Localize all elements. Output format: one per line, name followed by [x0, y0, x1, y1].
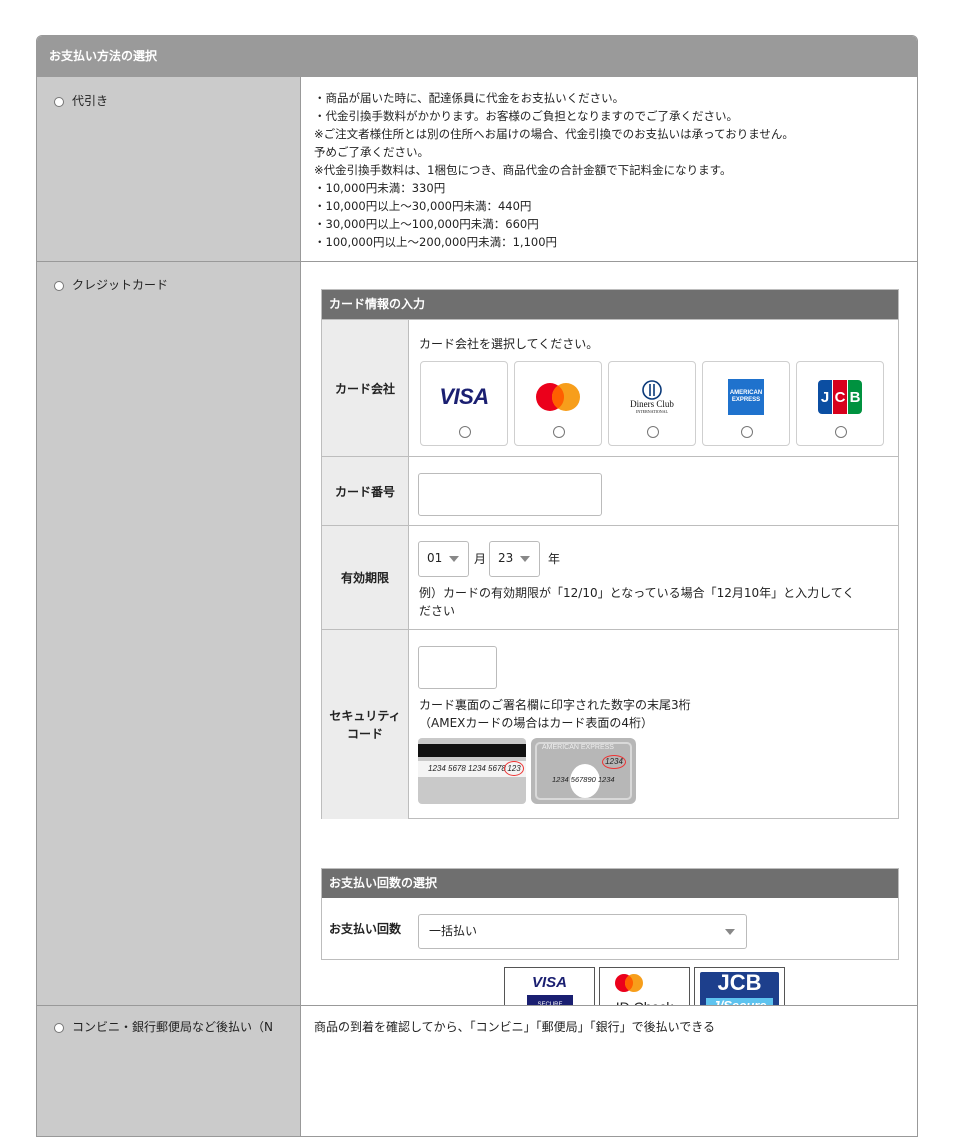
installments-table: お支払い回数の選択 お支払い回数 一括払い	[321, 868, 899, 960]
cod-description: ・商品が届いた時に、配達係員に代金をお支払いください。 ・代金引換手数料がかかり…	[314, 91, 794, 249]
card-number-input[interactable]	[418, 473, 602, 516]
credit-label: クレジットカード	[72, 278, 169, 292]
card-number-label: カード番号	[322, 457, 409, 526]
cod-description-cell: ・商品が届いた時に、配達係員に代金をお支払いください。 ・代金引換手数料がかかり…	[302, 77, 917, 261]
card-company-prompt: カード会社を選択してください。	[419, 337, 599, 351]
installments-row: お支払い回数 一括払い	[322, 898, 898, 959]
brand-visa[interactable]: VISA	[420, 361, 508, 446]
credit-option[interactable]: クレジットカード	[54, 278, 168, 292]
expiry-note: 例）カードの有効期限が「12/10」となっている場合「12月10年」と入力してく…	[419, 586, 855, 618]
chevron-down-icon	[449, 556, 459, 562]
chevron-down-icon	[725, 929, 735, 935]
security-code-input[interactable]	[418, 646, 497, 689]
jcb-icon: J C B	[797, 378, 883, 416]
brand-amex[interactable]: AMERICAN EXPRESS	[702, 361, 790, 446]
credit-radio[interactable]	[54, 280, 64, 291]
card-number-row: カード番号	[322, 456, 898, 526]
expiry-year-select[interactable]: 23	[489, 541, 540, 577]
diners-icon: Diners Club INTERNATIONAL	[609, 378, 695, 416]
amex-radio[interactable]	[741, 426, 753, 438]
brand-diners[interactable]: Diners Club INTERNATIONAL	[608, 361, 696, 446]
amex-icon: AMERICAN EXPRESS	[703, 378, 789, 416]
deferred-description-cell: 商品の到着を確認してから、「コンビニ」「郵便局」「銀行」で後払いできる	[302, 1006, 917, 1136]
deferred-option[interactable]: コンビニ・銀行郵便局など後払い（N	[54, 1020, 273, 1034]
mastercard-radio[interactable]	[553, 426, 565, 438]
expiry-row: 有効期限 01 月 23 年 例）カードの有効期限が「12/10」となっている場…	[322, 525, 898, 630]
brand-mastercard[interactable]	[514, 361, 602, 446]
card-info-table: カード情報の入力 カード会社 カード会社を選択してください。 VISA Dine…	[321, 289, 899, 819]
card-back-sample: 1234 5678 1234 5678 123	[418, 738, 526, 804]
installments-label: お支払い回数	[322, 898, 408, 959]
deferred-label: コンビニ・銀行郵便局など後払い（N	[72, 1020, 273, 1034]
jcb-radio[interactable]	[835, 426, 847, 438]
chevron-down-icon	[520, 556, 530, 562]
diners-radio[interactable]	[647, 426, 659, 438]
expiry-month-select[interactable]: 01	[418, 541, 469, 577]
deferred-radio[interactable]	[54, 1022, 64, 1033]
brand-jcb[interactable]: J C B	[796, 361, 884, 446]
panel-title: お支払い方法の選択	[37, 36, 917, 77]
expiry-label: 有効期限	[322, 526, 409, 630]
security-code-note: カード裏面のご署名欄に印字された数字の末尾3桁 （AMEXカードの場合はカード表…	[419, 698, 691, 730]
installments-select[interactable]: 一括払い	[418, 914, 747, 949]
mastercard-icon	[615, 974, 643, 992]
visa-radio[interactable]	[459, 426, 471, 438]
deferred-description: 商品の到着を確認してから、「コンビニ」「郵便局」「銀行」で後払いできる	[314, 1020, 716, 1034]
security-code-row: セキュリティ コード カード裏面のご署名欄に印字された数字の末尾3桁 （AMEX…	[322, 629, 898, 819]
mastercard-icon	[515, 378, 601, 416]
payment-method-panel: お支払い方法の選択 代引き ・商品が届いた時に、配達係員に代金をお支払いください…	[36, 35, 918, 1137]
card-company-label: カード会社	[322, 320, 409, 457]
cod-option-cell: 代引き	[37, 77, 301, 261]
security-code-label: セキュリティ コード	[322, 630, 409, 819]
card-company-row: カード会社 カード会社を選択してください。 VISA Diners Club I…	[322, 319, 898, 457]
credit-details-cell: カード情報の入力 カード会社 カード会社を選択してください。 VISA Dine…	[302, 262, 917, 1022]
cod-label: 代引き	[72, 94, 109, 108]
year-unit: 年	[548, 552, 561, 566]
card-info-title: カード情報の入力	[322, 290, 898, 319]
month-unit: 月	[474, 552, 487, 566]
cod-option[interactable]: 代引き	[54, 94, 108, 108]
visa-icon: VISA	[439, 384, 489, 409]
installments-title: お支払い回数の選択	[322, 869, 898, 898]
cod-radio[interactable]	[54, 96, 64, 107]
credit-option-cell: クレジットカード	[37, 262, 301, 1005]
amex-front-sample: AMERICAN EXPRESS 1234 1234 567890 1234	[531, 738, 636, 804]
deferred-option-cell: コンビニ・銀行郵便局など後払い（N	[37, 1006, 301, 1136]
